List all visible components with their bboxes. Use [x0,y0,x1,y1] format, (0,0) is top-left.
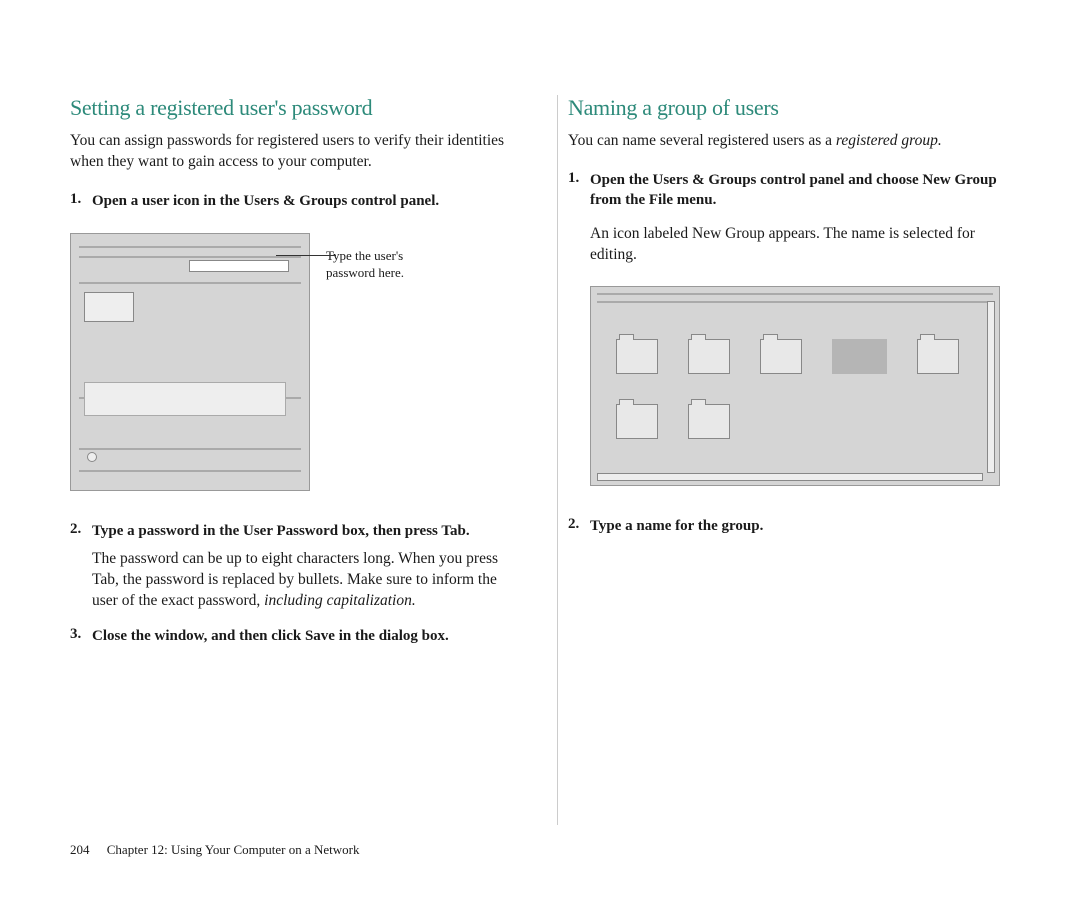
callout-line [276,255,336,256]
step-title: Type a name for the group. [590,518,763,534]
step-number: 2. [568,516,590,536]
step-text: Close the window, and then click Save in… [92,626,512,646]
left-step-3: 3. Close the window, and then click Save… [70,626,512,646]
figure-annotation-wrapper: Type the user's password here. [326,233,446,282]
step-title: Open the Users & Groups control panel an… [590,172,997,208]
dialog-sketch [79,242,301,482]
step-number: 2. [70,521,92,612]
chapter-label: Chapter 12: Using Your Computer on a Net… [107,842,360,858]
page-columns: Setting a registered user's password You… [70,95,1010,825]
step-text: Open a user icon in the Users & Groups c… [92,191,512,211]
left-column: Setting a registered user's password You… [70,95,522,825]
window-sketch [591,287,999,485]
left-step-1: 1. Open a user icon in the Users & Group… [70,191,512,211]
right-step-1: 1. Open the Users & Groups control panel… [568,170,1010,211]
body-italic: including capitalization. [264,592,416,609]
figure-left: Type the user's password here. [70,233,512,491]
left-intro: You can assign passwords for registered … [70,131,512,173]
page-number: 204 [70,842,90,858]
step-title: Type a password in the User Password box… [92,523,470,539]
user-dialog-screenshot [70,233,310,491]
step-text: Type a name for the group. [590,516,1010,536]
step-title: Open a user icon in the Users & Groups c… [92,193,439,209]
right-column: Naming a group of users You can name sev… [557,95,1010,825]
step-text: Type a password in the User Password box… [92,521,512,612]
intro-italic: registered group. [836,132,942,149]
step-number: 1. [70,191,92,211]
right-heading: Naming a group of users [568,95,1010,121]
left-step-2: 2. Type a password in the User Password … [70,521,512,612]
step-body: The password can be up to eight characte… [92,549,512,612]
step-number: 1. [568,170,590,211]
right-step-2: 2. Type a name for the group. [568,516,1010,536]
left-heading: Setting a registered user's password [70,95,512,121]
annotation-text: Type the user's password here. [326,248,446,282]
step-text: Open the Users & Groups control panel an… [590,170,1010,211]
intro-pre: You can name several registered users as… [568,132,836,149]
step-number: 3. [70,626,92,646]
right-step-1-after: An icon labeled New Group appears. The n… [590,224,1010,266]
right-intro: You can name several registered users as… [568,131,1010,152]
page-footer: 204 Chapter 12: Using Your Computer on a… [70,842,360,858]
group-window-screenshot [590,286,1000,486]
step-title: Close the window, and then click Save in… [92,628,449,644]
